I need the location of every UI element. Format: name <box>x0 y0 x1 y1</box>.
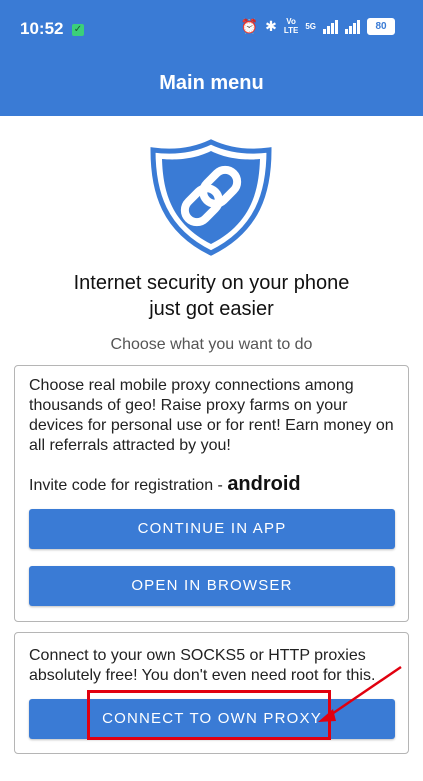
shield-chain-logo-icon <box>150 139 272 256</box>
headline: Internet security on your phone just got… <box>73 272 350 320</box>
5g-network-icon: 5G <box>305 21 316 31</box>
continue-in-app-button[interactable]: CONTINUE IN APP <box>29 509 395 549</box>
invite-code-line: Invite code for registration - android <box>29 473 301 495</box>
annotation-highlight-box <box>87 690 331 740</box>
invite-code: android <box>227 473 301 495</box>
volte-icon: Vo LTE <box>283 17 299 35</box>
signal-icon <box>323 18 338 34</box>
status-bar: 10:52 ✓ ⏰ ✱ Vo LTE 5G 80 <box>0 0 423 58</box>
open-in-browser-button[interactable]: OPEN IN BROWSER <box>29 566 395 606</box>
status-time: 10:52 <box>20 19 64 38</box>
status-icons: ⏰ ✱ Vo LTE 5G 80 <box>241 16 395 36</box>
checkbox-notification-icon: ✓ <box>72 24 84 36</box>
app-bar: Main menu <box>0 58 423 116</box>
alarm-icon: ⏰ <box>240 18 259 34</box>
signal-icon-2 <box>345 18 360 34</box>
card-description: Connect to your own SOCKS5 or HTTP proxi… <box>29 647 376 684</box>
battery-icon: 80 <box>367 17 395 35</box>
mobile-proxy-card: Choose real mobile proxy connections amo… <box>14 365 409 622</box>
subtitle: Choose what you want to do <box>110 336 313 353</box>
page-title: Main menu <box>159 72 264 94</box>
card-description: Choose real mobile proxy connections amo… <box>29 377 394 454</box>
bluetooth-icon: ✱ <box>265 18 277 34</box>
